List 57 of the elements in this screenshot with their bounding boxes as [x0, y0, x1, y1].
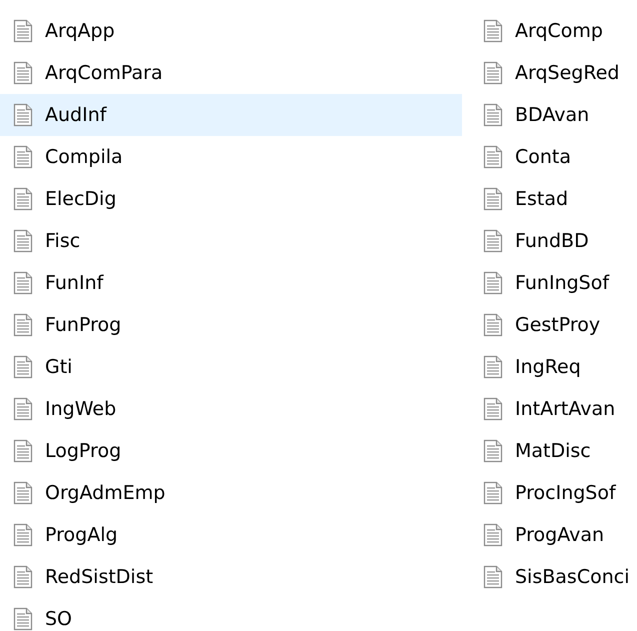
document-icon [13, 19, 33, 43]
document-icon [483, 145, 503, 169]
document-icon [13, 523, 33, 547]
file-item[interactable]: RedSistDist [0, 556, 462, 598]
file-item[interactable]: Fisc [0, 220, 462, 262]
file-item[interactable]: ArqComPara [0, 52, 462, 94]
file-item[interactable]: FunInf [0, 262, 462, 304]
file-item[interactable]: ArqSegRed [470, 52, 630, 94]
file-item[interactable]: LogProg [0, 430, 462, 472]
document-icon [13, 481, 33, 505]
document-icon [13, 271, 33, 295]
document-icon [483, 103, 503, 127]
document-icon [483, 313, 503, 337]
document-icon [13, 103, 33, 127]
document-icon [13, 439, 33, 463]
document-icon [483, 229, 503, 253]
document-icon [483, 523, 503, 547]
file-item[interactable]: IngWeb [0, 388, 462, 430]
document-icon [483, 187, 503, 211]
file-item[interactable]: GestProy [470, 304, 630, 346]
document-icon [13, 355, 33, 379]
file-item[interactable]: FundBD [470, 220, 630, 262]
document-icon [13, 313, 33, 337]
file-item[interactable]: AudInf [0, 94, 462, 136]
document-icon [483, 19, 503, 43]
file-item[interactable]: FunIngSof [470, 262, 630, 304]
document-icon [483, 439, 503, 463]
file-item[interactable]: Compila [0, 136, 462, 178]
file-item[interactable]: FunProg [0, 304, 462, 346]
document-icon [483, 61, 503, 85]
file-item[interactable]: ProgAvan [470, 514, 630, 556]
file-item[interactable]: IngReq [470, 346, 630, 388]
document-icon [13, 187, 33, 211]
file-item[interactable]: MatDisc [470, 430, 630, 472]
file-item[interactable]: Conta [470, 136, 630, 178]
file-item[interactable]: OrgAdmEmp [0, 472, 462, 514]
document-icon [483, 271, 503, 295]
document-icon [13, 61, 33, 85]
document-icon [483, 397, 503, 421]
file-item[interactable]: BDAvan [470, 94, 630, 136]
file-item[interactable]: Estad [470, 178, 630, 220]
file-item[interactable]: SisBasConci [470, 556, 630, 598]
document-icon [483, 565, 503, 589]
file-item[interactable]: ElecDig [0, 178, 462, 220]
file-item[interactable]: ProcIngSof [470, 472, 630, 514]
file-item[interactable]: Gti [0, 346, 462, 388]
file-item[interactable]: ArqComp [470, 10, 630, 52]
file-item[interactable]: ProgAlg [0, 514, 462, 556]
file-item[interactable]: ArqApp [0, 10, 462, 52]
document-icon [13, 565, 33, 589]
document-icon [13, 229, 33, 253]
document-icon [483, 355, 503, 379]
file-item[interactable]: IntArtAvan [470, 388, 630, 430]
document-icon [483, 481, 503, 505]
document-icon [13, 145, 33, 169]
file-item[interactable]: SO [0, 598, 462, 631]
document-icon [13, 397, 33, 421]
